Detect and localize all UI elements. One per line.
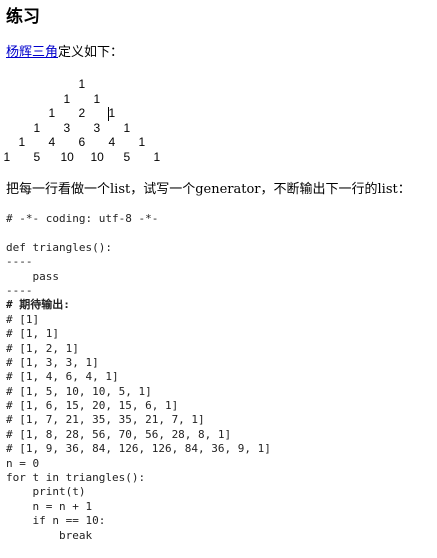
triangle-number: 1	[18, 135, 26, 149]
triangle-number: 4	[48, 135, 56, 149]
code-separator-bottom: ----	[6, 283, 33, 297]
triangle-number: 6	[78, 135, 86, 149]
triangle-number: 1	[123, 120, 131, 135]
code-loop-line: if n == 10:	[6, 514, 106, 528]
code-expected-line: # [1, 9, 36, 84, 126, 126, 84, 36, 9, 1]	[6, 442, 271, 456]
exercise-heading: 练习	[6, 7, 40, 27]
code-expected-line: # [1, 6, 15, 20, 15, 6, 1]	[6, 399, 179, 413]
code-loop-line: for t in triangles():	[6, 471, 146, 485]
triangle-number: 3	[63, 120, 71, 135]
triangle-number: 1	[108, 106, 116, 120]
triangle-number: 1	[48, 106, 56, 120]
triangle-number: 10	[60, 149, 74, 164]
triangle-number: 5	[33, 149, 41, 164]
intro-rest-text: 定义如下：	[58, 45, 124, 60]
triangle-number: 1	[138, 135, 146, 149]
code-expected-line: # [1, 7, 21, 35, 35, 21, 7, 1]	[6, 413, 205, 427]
triangle-number: 2	[78, 106, 86, 120]
code-loop-line: n = 0	[6, 456, 40, 470]
triangle-number: 4	[108, 135, 116, 149]
code-expected-line: # [1, 4, 6, 4, 1]	[6, 370, 119, 384]
triangle-number: 1	[78, 77, 86, 91]
triangle-number: 1	[93, 91, 101, 106]
triangle-number: 1	[63, 91, 71, 106]
intro-paragraph: 杨辉三角定义如下：	[6, 44, 123, 62]
triangle-number: 3	[93, 120, 101, 135]
code-expected-line: # [1]	[6, 312, 40, 326]
code-separator-top: ----	[6, 255, 33, 269]
task-paragraph: 把每一行看做一个list，试写一个generator，不断输出下一行的list：	[6, 182, 411, 197]
code-loop-line: n = n + 1	[6, 499, 93, 513]
triangle-number: 1	[33, 120, 41, 135]
code-expected-line: # [1, 2, 1]	[6, 341, 79, 355]
code-expected-line: # [1, 8, 28, 56, 70, 56, 28, 8, 1]	[6, 427, 232, 441]
exercise-page: 练习 杨辉三角定义如下： 1 1 1 1 2 1 1 3 3 1 1 4 6 4 1 1 5 10 10 5 1 把每一…	[0, 0, 437, 558]
code-expected-output-label: # 期待输出:	[6, 298, 70, 312]
code-line-coding: # -*- coding: utf-8 -*-	[6, 212, 159, 225]
triangle-number: 1	[3, 149, 11, 164]
code-expected-line: # [1, 1]	[6, 327, 59, 341]
code-line-pass: pass	[6, 269, 59, 283]
code-line-def: def triangles():	[6, 240, 112, 254]
text-cursor	[108, 107, 109, 121]
code-expected-line: # [1, 3, 3, 1]	[6, 355, 99, 369]
triangle-number: 1	[153, 149, 161, 164]
code-block: # -*- coding: utf-8 -*- def triangles():…	[6, 212, 271, 543]
code-expected-line: # [1, 5, 10, 10, 5, 1]	[6, 384, 152, 398]
triangle-number: 10	[90, 149, 104, 164]
pascal-triangle-link[interactable]: 杨辉三角	[6, 45, 58, 60]
code-loop-line: break	[6, 528, 93, 542]
code-loop-line: print(t)	[6, 485, 86, 499]
triangle-number: 5	[123, 149, 131, 164]
